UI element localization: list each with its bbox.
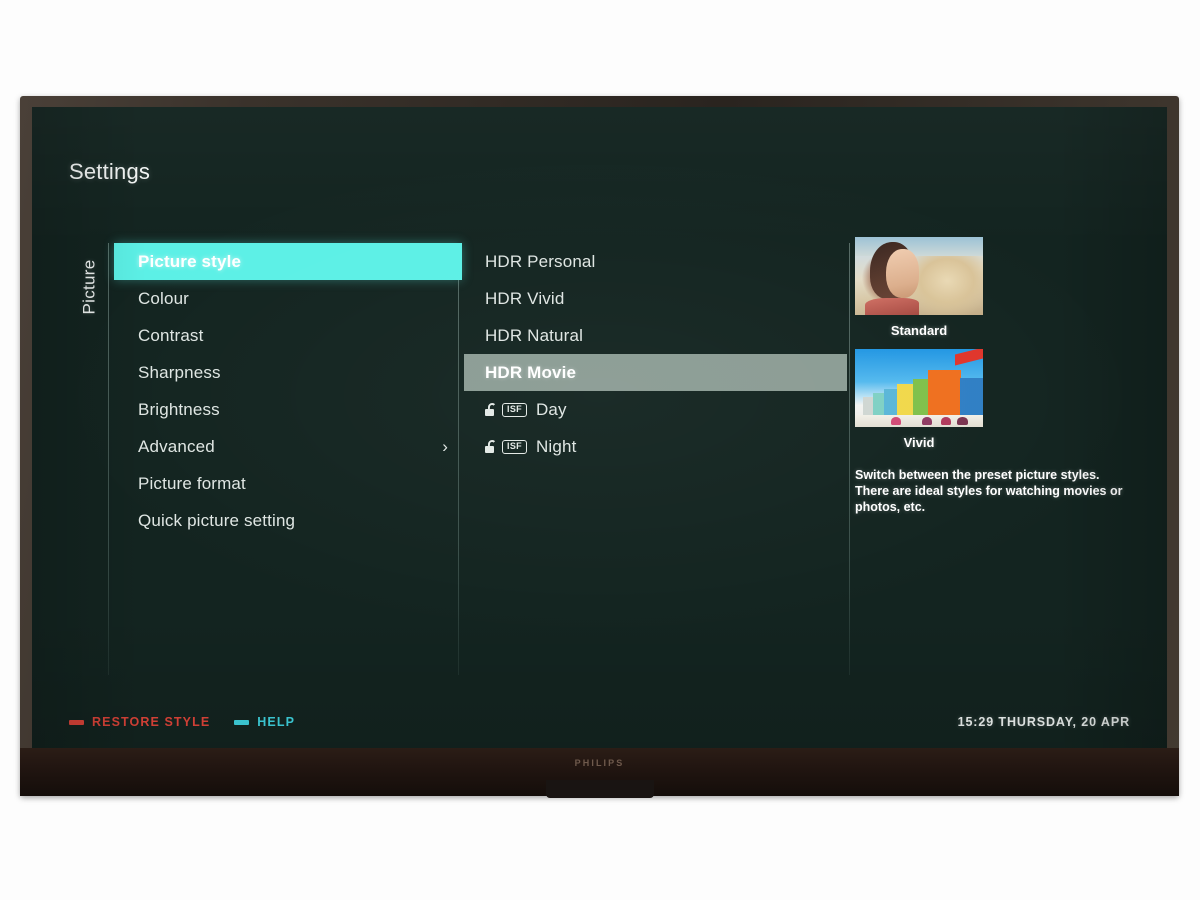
picture-style-option-label: HDR Movie — [485, 362, 577, 382]
divider-right — [849, 243, 850, 675]
footer-action-restore-style[interactable]: RESTORE STYLE — [69, 715, 210, 729]
page-title: Settings — [69, 159, 151, 184]
settings-menu-item-brightness[interactable]: Brightness — [114, 391, 462, 428]
footer-action-label: RESTORE STYLE — [92, 715, 211, 729]
picture-style-option-label: HDR Natural — [485, 325, 584, 345]
chevron-right-icon: › — [442, 437, 448, 456]
unlocked-padlock-icon — [485, 440, 497, 453]
picture-style-option-isf-night[interactable]: ISF Night — [464, 428, 847, 465]
philips-brand-logo: PHILIPS — [574, 758, 625, 768]
option-icon-group: ISF — [485, 402, 527, 417]
tv-screen: Settings Picture Picture style Colour Co… — [32, 107, 1167, 748]
picture-style-option-label: Day — [536, 399, 567, 419]
picture-style-option-hdr-vivid[interactable]: HDR Vivid — [464, 280, 847, 317]
status-clock: 15:29 THURSDAY, 20 APR — [957, 715, 1130, 729]
tv-stand-neck — [546, 780, 654, 798]
settings-menu-list: Picture style Colour Contrast Sharpness … — [114, 243, 462, 539]
picture-style-option-label: HDR Personal — [485, 251, 596, 271]
settings-menu-item-picture-style[interactable]: Picture style — [114, 243, 462, 280]
preview-thumbnail-vivid: Vivid — [855, 349, 1155, 450]
category-tab-picture[interactable]: Picture — [78, 232, 100, 342]
isf-badge-icon: ISF — [502, 402, 527, 417]
settings-menu-item-contrast[interactable]: Contrast — [114, 317, 462, 354]
screenshot-root: Settings Picture Picture style Colour Co… — [0, 0, 1200, 900]
settings-menu-item-label: Contrast — [138, 325, 204, 345]
settings-menu-item-advanced[interactable]: Advanced › — [114, 428, 462, 465]
picture-style-option-label: Night — [536, 436, 577, 456]
preview-thumbnail-caption: Standard — [890, 323, 948, 338]
red-key-icon — [69, 719, 84, 725]
settings-menu-item-label: Picture format — [138, 473, 246, 493]
settings-menu-item-colour[interactable]: Colour — [114, 280, 462, 317]
picture-style-option-isf-day[interactable]: ISF Day — [464, 391, 847, 428]
isf-badge-icon: ISF — [502, 439, 527, 454]
divider-left — [108, 243, 109, 675]
picture-style-option-hdr-natural[interactable]: HDR Natural — [464, 317, 847, 354]
unlocked-padlock-icon — [485, 403, 497, 416]
picture-style-option-list: HDR Personal HDR Vivid HDR Natural HDR M… — [464, 243, 847, 465]
preview-thumbnail-caption: Vivid — [903, 435, 935, 450]
settings-menu-item-label: Picture style — [138, 251, 242, 271]
picture-style-option-hdr-movie[interactable]: HDR Movie — [464, 354, 847, 391]
settings-menu-item-picture-format[interactable]: Picture format — [114, 465, 462, 502]
settings-osd: Settings Picture Picture style Colour Co… — [32, 107, 1167, 748]
osd-footer: RESTORE STYLE HELP 15:29 THURSDAY, 20 AP… — [32, 707, 1167, 737]
preview-panel: Standard Vivid Switch between the preset… — [855, 237, 1155, 515]
footer-action-list: RESTORE STYLE HELP — [69, 715, 295, 729]
picture-style-option-hdr-personal[interactable]: HDR Personal — [464, 243, 847, 280]
settings-menu-item-label: Quick picture setting — [138, 510, 296, 530]
settings-menu-item-label: Brightness — [138, 399, 220, 419]
tv-bezel: Settings Picture Picture style Colour Co… — [20, 96, 1179, 796]
option-icon-group: ISF — [485, 439, 527, 454]
preview-description: Switch between the preset picture styles… — [855, 468, 1123, 514]
footer-action-help[interactable]: HELP — [234, 715, 295, 729]
footer-action-label: HELP — [257, 715, 296, 729]
settings-menu-item-label: Colour — [138, 288, 189, 308]
category-tab-label: Picture — [79, 259, 99, 315]
settings-menu-item-quick-picture-setting[interactable]: Quick picture setting — [114, 502, 462, 539]
preview-thumbnail-standard: Standard — [855, 237, 1155, 338]
picture-style-option-label: HDR Vivid — [485, 288, 565, 308]
portrait-photo-thumbnail — [855, 237, 983, 315]
settings-menu-item-label: Sharpness — [138, 362, 221, 382]
beach-huts-photo-thumbnail — [855, 349, 983, 427]
cyan-key-icon — [234, 719, 250, 725]
settings-menu-item-sharpness[interactable]: Sharpness — [114, 354, 462, 391]
settings-menu-item-label: Advanced — [138, 436, 215, 456]
